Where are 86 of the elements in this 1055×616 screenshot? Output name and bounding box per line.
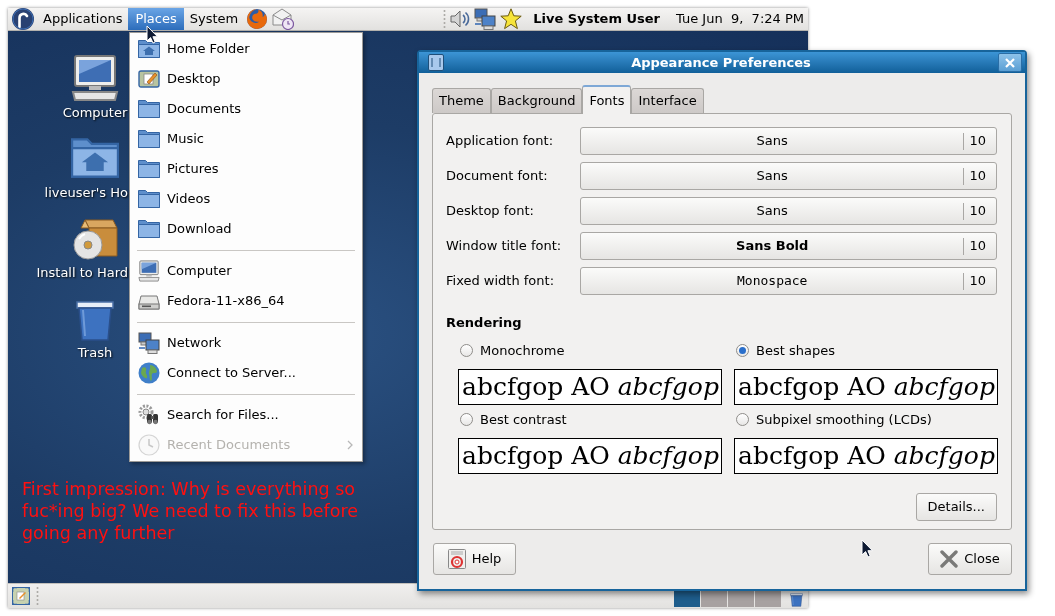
show-desktop-icon[interactable] [12,587,30,605]
star-icon[interactable] [500,8,523,30]
folder-icon [138,98,160,120]
section-heading: Rendering [446,314,522,332]
font-button[interactable]: Sans 10 [580,197,997,225]
close-button[interactable]: Close [928,543,1012,575]
font-preview: abcfgop AO abcfgop [458,437,722,474]
envelope-clock-icon[interactable] [272,8,295,30]
menu-item: Recent Documents [130,430,362,460]
workspace-cell[interactable] [701,591,727,607]
desktop-icon [138,68,160,90]
workspace-cell[interactable] [728,591,754,607]
browser-globe-icon[interactable] [247,9,268,29]
panel-menu[interactable]: Applications [37,8,129,30]
window-title: Appearance Preferences [630,53,812,72]
network-icon [138,332,160,354]
radio-button[interactable] [460,344,473,357]
details-button[interactable]: Details... [915,492,997,521]
menu-item[interactable]: Download [130,214,362,244]
user-name: Live System User [533,10,661,29]
font-preview: abcfgop AO abcfgop [458,368,722,405]
font-preview: abcfgop AO abcfgop [734,368,998,405]
close-icon [940,550,959,568]
logo-icon[interactable] [12,8,34,30]
help-icon [447,549,466,569]
desktop-icon-label[interactable]: liveuser's Ho [44,185,128,200]
radio-button[interactable] [736,344,749,357]
mouse-pointer-icon [861,539,873,558]
computer-icon[interactable] [71,54,119,102]
font-label: Fixed width font: [446,272,556,291]
desktop-icon-label[interactable]: Trash [77,345,113,360]
handle-grip-icon[interactable] [36,587,39,605]
radio-label[interactable]: Best shapes [756,340,835,361]
menu-item[interactable]: Connect to Server... [130,358,362,388]
radio-button[interactable] [736,413,749,426]
globe-icon [138,362,160,384]
workspace-cell[interactable] [674,591,700,607]
font-button[interactable]: Sans Bold 10 [580,232,997,260]
desktop-icon-label[interactable]: Computer [62,105,128,120]
search-icon [138,404,160,426]
font-button[interactable]: Sans 10 [580,127,997,155]
radio-button[interactable] [460,413,473,426]
tab[interactable]: Interface [631,88,704,113]
font-label: Window title font: [446,237,563,256]
close-button[interactable] [998,53,1022,72]
font-label: Desktop font: [446,202,535,221]
tab[interactable]: Background [490,88,583,113]
menu-item[interactable]: Pictures [130,154,362,184]
home-folder-icon [138,38,160,60]
radio-label[interactable]: Subpixel smoothing (LCDs) [756,409,932,430]
tab[interactable]: Fonts [582,85,632,114]
folder-icon [138,158,160,180]
menu-item[interactable]: Music [130,124,362,154]
workspace-cell[interactable] [755,591,781,607]
annotation-text: First impression: Why is everything so fuc*ing big? We need to fix this before going any further [22,478,359,544]
desktop-icon-label[interactable]: Install to Hard [36,265,128,280]
network-icon[interactable] [474,8,497,30]
computer-icon [138,260,160,282]
window-icon [428,54,444,71]
close-icon [1005,57,1015,68]
trash-icon[interactable] [787,591,806,607]
clock-icon [138,434,160,456]
speaker-icon[interactable] [450,9,471,29]
menu-item[interactable]: Search for Files... [130,400,362,430]
font-label: Application font: [446,132,554,151]
radio-label[interactable]: Best contrast [480,409,567,430]
panel-menu[interactable]: Places [128,8,184,30]
folder-icon [138,188,160,210]
menu-item[interactable]: Fedora-11-x86_64 [130,286,362,316]
menu-item[interactable]: Documents [130,94,362,124]
help-button[interactable]: Help [433,543,516,575]
folder-icon [138,218,160,240]
radio-label[interactable]: Monochrome [480,340,565,361]
font-label: Document font: [446,167,549,186]
handle-grip-icon[interactable] [443,10,447,28]
menu-item[interactable]: Videos [130,184,362,214]
panel-menu[interactable]: System [183,8,245,30]
font-preview: abcfgop AO abcfgop [734,437,998,474]
panel-clock[interactable]: Tue Jun 9, 7:24 PM [676,9,804,29]
folder-icon [138,128,160,150]
menu-item[interactable]: Desktop [130,64,362,94]
font-button[interactable]: Sans 10 [580,162,997,190]
menu-item[interactable]: Computer [130,256,362,286]
tab[interactable]: Theme [432,88,491,113]
font-button[interactable]: Monospace 10 [580,267,997,295]
menu-item[interactable]: Network [130,328,362,358]
